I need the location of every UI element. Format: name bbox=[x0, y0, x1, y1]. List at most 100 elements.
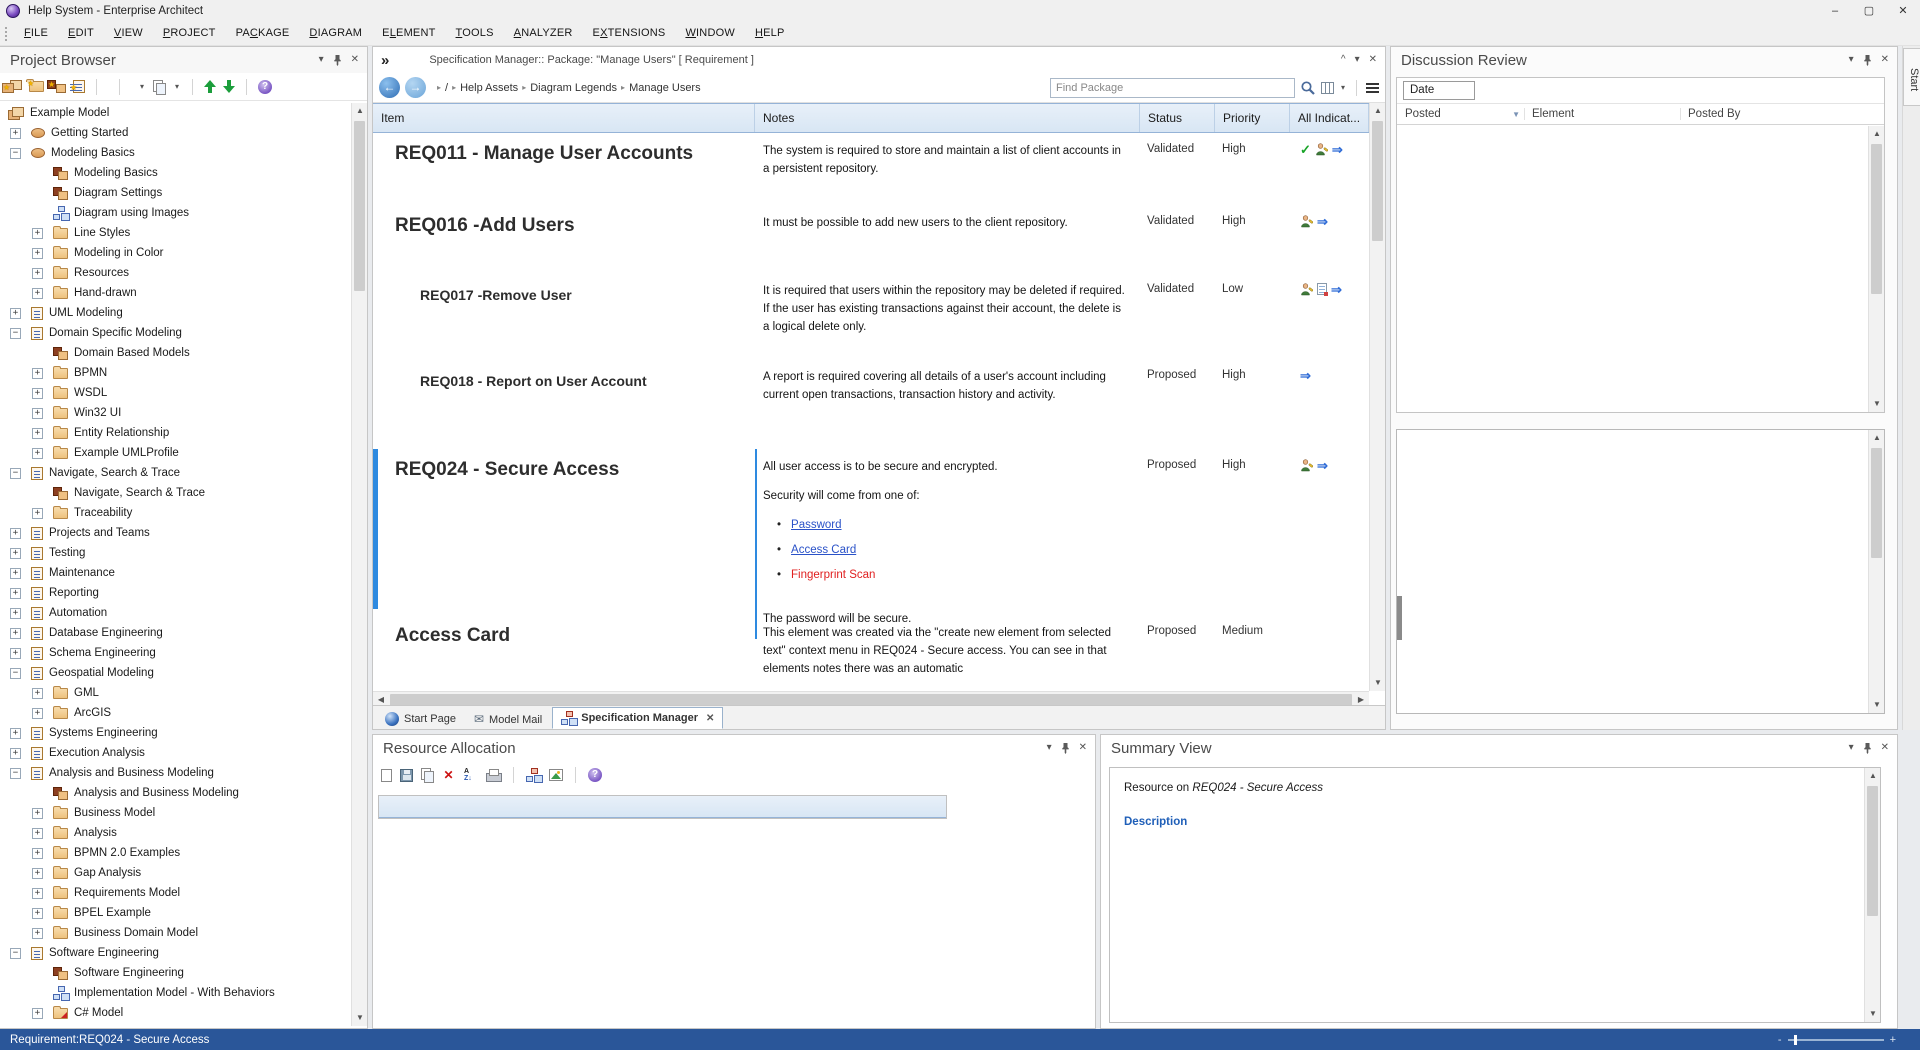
tree-item[interactable]: +Reporting bbox=[0, 583, 351, 603]
spec-row[interactable]: REQ018 - Report on User AccountA report … bbox=[373, 359, 1369, 449]
tree-item[interactable]: +Traceability bbox=[0, 503, 351, 523]
column-element[interactable]: Element bbox=[1524, 108, 1680, 120]
tree-item[interactable]: +Maintenance bbox=[0, 563, 351, 583]
tree-item[interactable]: Example Model bbox=[0, 103, 351, 123]
messages-scrollbar[interactable]: ▲ ▼ bbox=[1868, 430, 1884, 713]
pin-icon[interactable] bbox=[333, 55, 342, 66]
close-button[interactable]: ✕ bbox=[1886, 0, 1920, 22]
tree-item[interactable]: +Execution Analysis bbox=[0, 743, 351, 763]
tree-item[interactable]: −Modeling Basics bbox=[0, 143, 351, 163]
tree-expander-plus-icon[interactable]: + bbox=[10, 128, 21, 139]
pin-icon[interactable] bbox=[1863, 743, 1872, 754]
tree-expander-minus-icon[interactable]: − bbox=[10, 668, 21, 679]
menu-window[interactable]: WINDOW bbox=[675, 22, 744, 45]
new-element-icon[interactable] bbox=[73, 80, 85, 93]
tree-expander-plus-icon[interactable]: + bbox=[32, 508, 43, 519]
column-posted[interactable]: Posted▼ bbox=[1397, 108, 1524, 120]
tree-item[interactable]: +Resources bbox=[0, 263, 351, 283]
panel-close-icon[interactable]: ✕ bbox=[351, 54, 359, 66]
notes-link[interactable]: Access Card bbox=[791, 541, 856, 559]
zoom-control[interactable]: - + bbox=[1778, 1034, 1896, 1046]
panel-close-icon[interactable]: ✕ bbox=[1881, 54, 1889, 66]
tree-item[interactable]: +UML Modeling bbox=[0, 303, 351, 323]
scroll-down-icon[interactable]: ▼ bbox=[1865, 1006, 1881, 1022]
tree-expander-plus-icon[interactable]: + bbox=[10, 528, 21, 539]
tree-item[interactable]: +C# Model bbox=[0, 1003, 351, 1023]
newdoc-icon[interactable] bbox=[381, 769, 392, 782]
minimize-button[interactable]: – bbox=[1818, 0, 1852, 22]
spec-column-notes[interactable]: Notes bbox=[755, 104, 1140, 132]
tree-item[interactable]: +Gap Analysis bbox=[0, 863, 351, 883]
tree-item[interactable]: Navigate, Search & Trace bbox=[0, 483, 351, 503]
tree-item[interactable]: +Database Engineering bbox=[0, 623, 351, 643]
tree-item[interactable]: +Line Styles bbox=[0, 223, 351, 243]
tree-expander-plus-icon[interactable]: + bbox=[10, 628, 21, 639]
zoom-slider[interactable] bbox=[1788, 1039, 1884, 1041]
print-icon[interactable] bbox=[486, 769, 501, 782]
tree-expander-plus-icon[interactable]: + bbox=[32, 868, 43, 879]
new-model-icon[interactable] bbox=[6, 80, 22, 93]
tree-item[interactable]: +Getting Started bbox=[0, 123, 351, 143]
spec-row[interactable]: REQ017 -Remove UserIt is required that u… bbox=[373, 273, 1369, 359]
menu-extensions[interactable]: EXTENSIONS bbox=[583, 22, 676, 45]
tab-close-icon[interactable]: ✕ bbox=[706, 713, 714, 724]
tree-expander-plus-icon[interactable]: + bbox=[10, 548, 21, 559]
spec-column-priority[interactable]: Priority bbox=[1215, 104, 1290, 132]
help-icon[interactable] bbox=[588, 768, 602, 782]
tree-item[interactable]: +Projects and Teams bbox=[0, 523, 351, 543]
spec-column-status[interactable]: Status bbox=[1140, 104, 1215, 132]
spec-row[interactable]: REQ024 - Secure AccessAll user access is… bbox=[373, 449, 1369, 615]
hamburger-menu-icon[interactable] bbox=[1366, 82, 1379, 93]
spec-vertical-scrollbar[interactable]: ▲ ▼ bbox=[1369, 103, 1385, 691]
panel-dropdown-icon[interactable]: ▾ bbox=[1849, 742, 1854, 754]
scroll-down-icon[interactable]: ▼ bbox=[1869, 396, 1885, 412]
tree-item[interactable]: +Testing bbox=[0, 543, 351, 563]
spec-column-item[interactable]: Item bbox=[373, 104, 755, 132]
tree-expander-plus-icon[interactable]: + bbox=[10, 568, 21, 579]
tree-item[interactable]: +Hand-drawn bbox=[0, 283, 351, 303]
scroll-down-icon[interactable]: ▼ bbox=[1869, 697, 1885, 713]
scroll-up-icon[interactable]: ▲ bbox=[1865, 768, 1881, 784]
tab-model-mail[interactable]: Model Mail bbox=[466, 710, 550, 729]
tree-item[interactable]: Domain Based Models bbox=[0, 343, 351, 363]
menu-view[interactable]: VIEW bbox=[104, 22, 153, 45]
scroll-down-icon[interactable]: ▼ bbox=[1370, 675, 1386, 691]
tree-expander-minus-icon[interactable]: − bbox=[10, 768, 21, 779]
tree-item[interactable]: Analysis and Business Modeling bbox=[0, 783, 351, 803]
tree-item[interactable]: Modeling Basics bbox=[0, 163, 351, 183]
tree-expander-plus-icon[interactable]: + bbox=[32, 888, 43, 899]
tree-expander-plus-icon[interactable]: + bbox=[10, 608, 21, 619]
panel-close-icon[interactable]: ✕ bbox=[1881, 742, 1889, 754]
new-package-icon[interactable] bbox=[29, 81, 44, 92]
tree-expander-plus-icon[interactable]: + bbox=[32, 288, 43, 299]
menu-element[interactable]: ELEMENT bbox=[372, 22, 445, 45]
tree-expander-minus-icon[interactable]: − bbox=[10, 948, 21, 959]
group-by-chip[interactable]: Date bbox=[1403, 81, 1475, 100]
tree-item[interactable]: +BPMN 2.0 Examples bbox=[0, 843, 351, 863]
tree-item[interactable]: Diagram Settings bbox=[0, 183, 351, 203]
panel-close-icon[interactable]: ✕ bbox=[1369, 54, 1377, 66]
columns-layout-icon[interactable] bbox=[1321, 82, 1334, 94]
zoom-slider-thumb[interactable] bbox=[1794, 1035, 1797, 1045]
arrow-up-icon[interactable] bbox=[204, 80, 216, 93]
sort-az-icon[interactable] bbox=[463, 768, 478, 782]
panel-close-icon[interactable]: ✕ bbox=[1079, 742, 1087, 754]
menu-edit[interactable]: EDIT bbox=[58, 22, 104, 45]
scroll-up-icon[interactable]: ▲ bbox=[1869, 430, 1885, 446]
tree-expander-plus-icon[interactable]: + bbox=[32, 828, 43, 839]
pin-icon[interactable] bbox=[1061, 743, 1070, 754]
tree-item[interactable]: +Example UMLProfile bbox=[0, 443, 351, 463]
tab-specification-manager[interactable]: Specification Manager✕ bbox=[552, 707, 723, 729]
tree-item[interactable]: +ArcGIS bbox=[0, 703, 351, 723]
tree-expander-minus-icon[interactable]: − bbox=[10, 468, 21, 479]
tree-expander-plus-icon[interactable]: + bbox=[32, 248, 43, 259]
tree-expander-plus-icon[interactable]: + bbox=[32, 428, 43, 439]
tree-item[interactable]: +Systems Engineering bbox=[0, 723, 351, 743]
menu-project[interactable]: PROJECT bbox=[153, 22, 226, 45]
scroll-up-icon[interactable]: ▲ bbox=[352, 103, 368, 119]
tree-item[interactable]: +Win32 UI bbox=[0, 403, 351, 423]
discussion-list-scrollbar[interactable]: ▲ ▼ bbox=[1868, 126, 1884, 412]
tree-expander-plus-icon[interactable]: + bbox=[32, 848, 43, 859]
arrow-down-icon[interactable] bbox=[223, 80, 235, 93]
tree-expander-plus-icon[interactable]: + bbox=[32, 268, 43, 279]
